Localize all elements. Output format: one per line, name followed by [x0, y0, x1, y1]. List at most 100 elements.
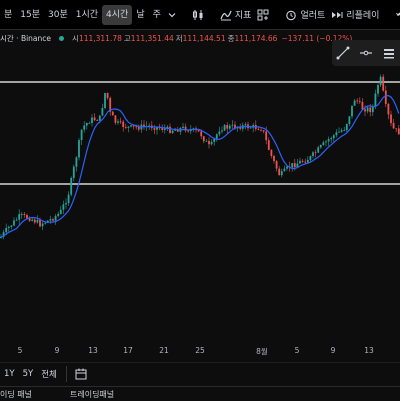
candle-body: [49, 219, 52, 221]
candle-body: [182, 126, 184, 128]
candle-body: [171, 130, 174, 133]
candle-body: [379, 76, 382, 86]
time-axis-label: 9: [54, 346, 60, 355]
candle-body: [28, 218, 31, 221]
interval-week[interactable]: 주: [149, 5, 165, 25]
horizontal-ray-tool-icon[interactable]: [359, 46, 373, 60]
interval-4h[interactable]: 4시간: [102, 4, 133, 25]
candle-body: [7, 226, 10, 229]
candle-body: [345, 123, 348, 131]
candle-body: [18, 214, 21, 220]
more-tools-icon[interactable]: [382, 46, 396, 60]
candle-body: [5, 228, 8, 233]
candle-body: [223, 125, 226, 131]
tab-trading-panel[interactable]: 트레이딩패널: [70, 389, 114, 400]
interval-15m[interactable]: 15분: [16, 5, 44, 25]
candle-body: [291, 163, 294, 168]
candle-body: [335, 132, 338, 136]
range-all-button[interactable]: 전체: [37, 368, 61, 380]
undo-button[interactable]: [392, 9, 400, 21]
indicators-icon: [220, 10, 232, 20]
symbol-label[interactable]: 시간 · Binance: [0, 33, 51, 44]
candle-body: [314, 152, 317, 154]
candle-body: [20, 214, 23, 215]
chevron-down-icon: [168, 12, 176, 17]
candle-body: [197, 130, 200, 132]
candle-body: [205, 140, 208, 142]
interval-day[interactable]: 날: [132, 5, 148, 25]
candle-body: [10, 225, 13, 227]
replay-button[interactable]: 리플레이: [328, 8, 382, 21]
candle-body: [353, 100, 356, 106]
undo-icon: [396, 12, 400, 16]
candle-body: [358, 101, 361, 102]
candle-body: [75, 157, 78, 167]
candle-body: [275, 161, 278, 169]
candle-body: [122, 121, 125, 128]
candle-body: [260, 129, 262, 131]
candle-body: [54, 216, 57, 221]
candle-body: [382, 76, 385, 91]
drawing-toolbar: [332, 40, 400, 66]
candle-body: [106, 92, 109, 98]
candle-body: [26, 215, 28, 219]
range-5y-button[interactable]: 5Y: [19, 369, 38, 379]
candle-body: [114, 115, 117, 123]
candle-body: [273, 155, 275, 162]
candle-body: [15, 219, 18, 221]
time-axis-label: 8월: [256, 347, 268, 356]
candle-body: [304, 161, 307, 163]
alert-button[interactable]: 얼러트: [282, 8, 328, 21]
candle-body: [67, 194, 70, 204]
candle-body: [270, 149, 273, 156]
top-toolbar: 분 15분 30분 1시간 4시간 날 주 지표 얼러트 리플레이: [0, 0, 400, 30]
interval-dropdown-button[interactable]: [165, 11, 179, 19]
candle-body: [348, 116, 351, 124]
candle-body: [301, 160, 304, 162]
candle-body: [62, 204, 65, 210]
candle-body: [322, 142, 325, 146]
candle-body: [309, 156, 312, 160]
time-axis[interactable]: 5 9 13 17 21 25 8월 5 9 13: [0, 344, 400, 358]
trend-line-tool-icon[interactable]: [336, 46, 350, 60]
time-axis-label: 21: [159, 346, 169, 355]
candle-body: [366, 107, 369, 112]
indicators-button[interactable]: 지표: [217, 8, 255, 21]
candle-body: [41, 223, 44, 227]
candle-body: [80, 129, 83, 141]
interval-30m[interactable]: 30분: [44, 5, 72, 25]
candle-body: [306, 159, 309, 163]
layout-button[interactable]: [254, 9, 272, 21]
interval-1h[interactable]: 1시간: [72, 5, 102, 25]
calendar-range-icon[interactable]: [74, 367, 88, 381]
candle-body: [127, 126, 130, 128]
candle-body: [93, 117, 96, 121]
candle-body: [283, 168, 286, 172]
candle-body: [202, 136, 205, 142]
candle-body: [137, 127, 140, 130]
tab-trading-panel-left[interactable]: 이딩 패널: [0, 389, 32, 400]
candle-body: [231, 124, 234, 126]
candle-body: [356, 100, 359, 102]
interval-min[interactable]: 분: [0, 5, 16, 25]
candle-body: [88, 122, 91, 124]
candlestick-chart[interactable]: [0, 48, 400, 344]
candle-body: [98, 115, 101, 121]
candle-body: [72, 166, 75, 178]
candle-body: [96, 120, 99, 121]
candle-body: [392, 123, 395, 129]
panels-bar: 이딩 패널 트레이딩패널: [0, 386, 400, 401]
candle-body: [208, 140, 210, 145]
candle-body: [244, 124, 247, 126]
candle-body: [278, 168, 281, 176]
candle-body: [101, 107, 104, 116]
chart-type-button[interactable]: [189, 9, 207, 21]
range-1y-button[interactable]: 1Y: [0, 369, 19, 379]
candle-body: [377, 85, 379, 94]
candle-body: [104, 92, 106, 108]
candle-body: [330, 138, 333, 140]
candle-body: [39, 219, 41, 227]
low-label: 저: [175, 33, 183, 43]
candle-body: [249, 127, 252, 129]
indicators-label: 지표: [234, 11, 252, 21]
